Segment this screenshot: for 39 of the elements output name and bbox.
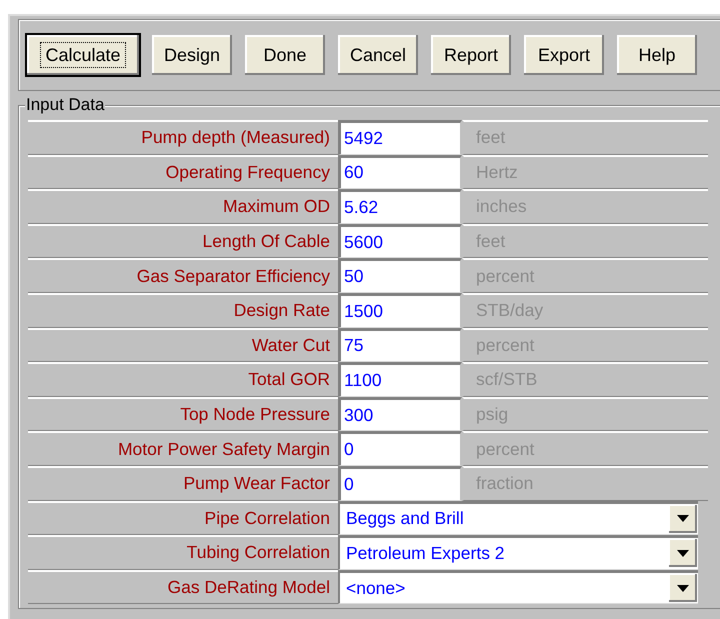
toolbar-button[interactable]: Report xyxy=(431,35,511,75)
field-label: Maximum OD xyxy=(28,189,338,224)
field-label: Pump Wear Factor xyxy=(28,466,338,501)
dropdown[interactable]: Petroleum Experts 2 xyxy=(338,535,698,570)
field-label: Top Node Pressure xyxy=(28,396,338,432)
toolbar-button[interactable]: Help xyxy=(617,35,697,75)
toolbar-button[interactable]: Calculate xyxy=(27,35,139,75)
field-label: Pump depth (Measured) xyxy=(28,120,338,155)
input-field[interactable]: 5492 xyxy=(338,120,462,155)
dropdown[interactable]: <none> xyxy=(338,570,698,604)
field-label: Pipe Correlation xyxy=(28,500,338,536)
input-field[interactable]: 1100 xyxy=(338,362,462,397)
input-field[interactable]: 75 xyxy=(338,328,462,362)
group-title: Input Data xyxy=(25,96,106,114)
dropdown[interactable]: Beggs and Brill xyxy=(338,500,698,536)
input-field[interactable]: 0 xyxy=(338,431,462,466)
input-field[interactable]: 300 xyxy=(338,396,462,432)
input-field[interactable]: 50 xyxy=(338,258,462,293)
dropdown-arrow-icon xyxy=(677,584,689,592)
field-label: Water Cut xyxy=(28,328,338,362)
toolbar-button[interactable]: Export xyxy=(524,35,604,75)
toolbar-button[interactable]: Cancel xyxy=(338,35,418,75)
input-field[interactable]: 0 xyxy=(338,466,462,501)
field-label: Tubing Correlation xyxy=(28,535,338,570)
input-field[interactable]: 60 xyxy=(338,154,462,190)
field-label: Length Of Cable xyxy=(28,224,338,258)
field-label: Total GOR xyxy=(28,362,338,397)
toolbar-button[interactable]: Done xyxy=(245,35,325,75)
input-field[interactable]: 5.62 xyxy=(338,189,462,224)
field-label: Operating Frequency xyxy=(28,154,338,190)
field-label: Gas Separator Efficiency xyxy=(28,258,338,293)
field-label: Gas DeRating Model xyxy=(28,570,338,604)
field-label: Motor Power Safety Margin xyxy=(28,431,338,466)
toolbar-button[interactable]: Design xyxy=(152,35,232,75)
dropdown-arrow-icon xyxy=(677,550,689,557)
field-label: Design Rate xyxy=(28,292,338,328)
input-field[interactable]: 5600 xyxy=(338,224,462,258)
dropdown-arrow-icon xyxy=(677,515,689,522)
input-field[interactable]: 1500 xyxy=(338,292,462,328)
